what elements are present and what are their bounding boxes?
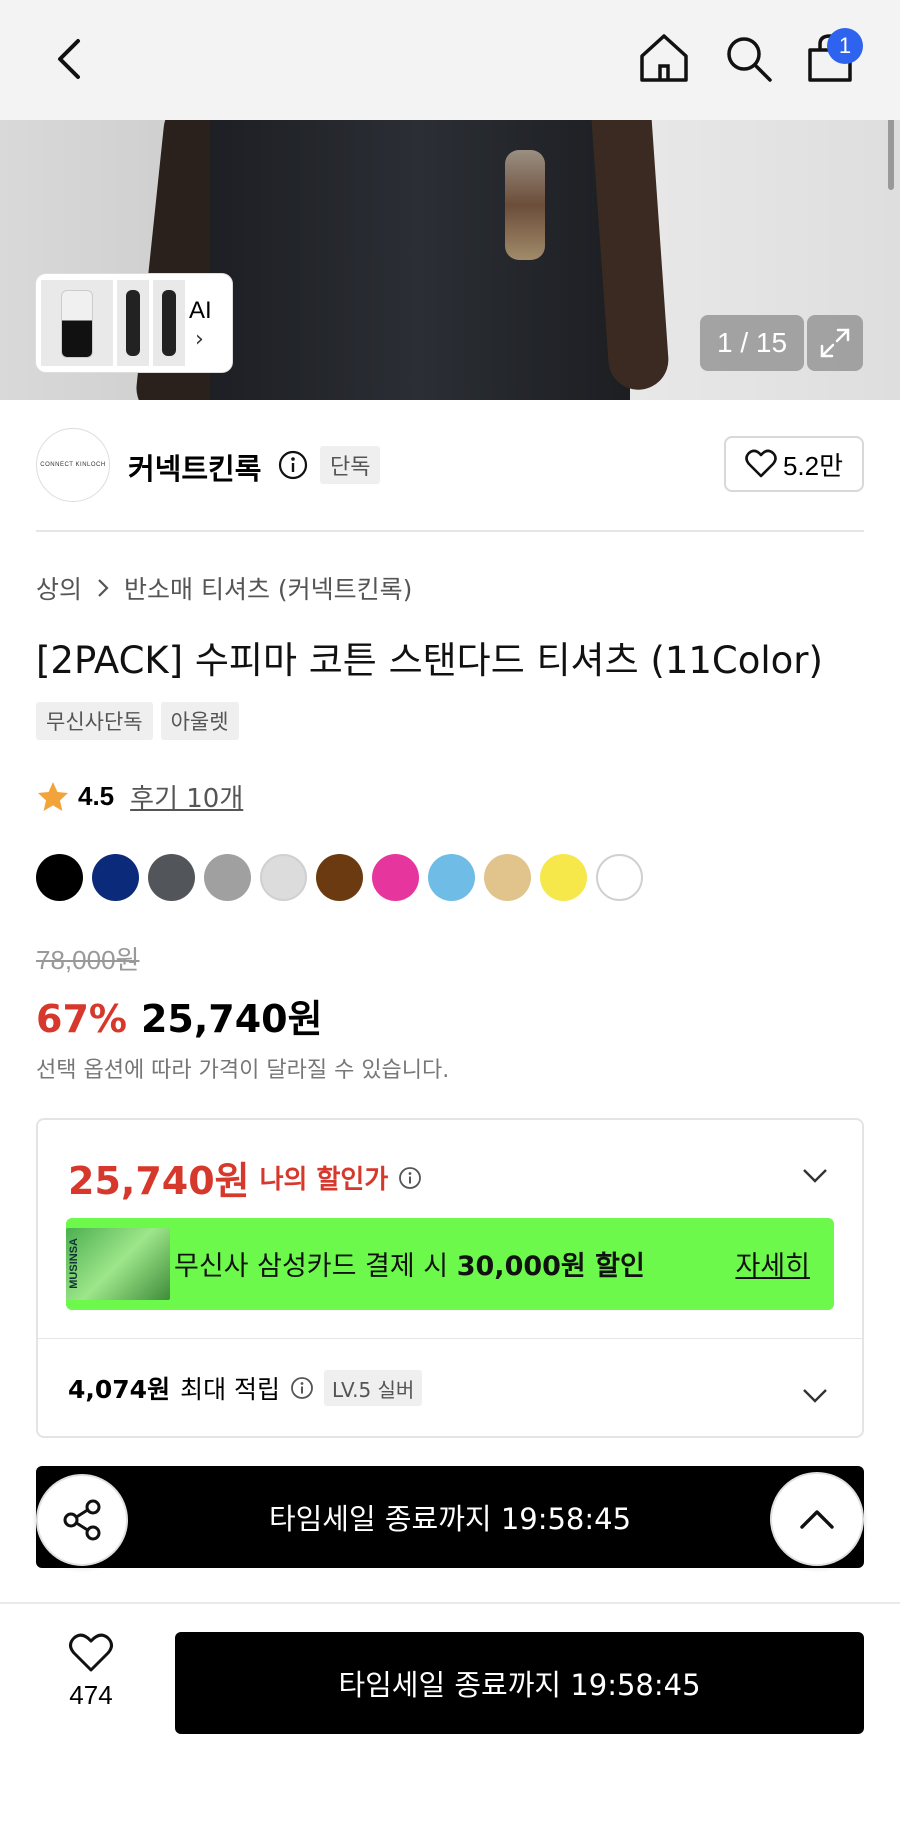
color-swatch-4[interactable] (204, 854, 251, 901)
discount-info-box: 25,740원 나의 할인가 MUSINSA 무신사 삼성카드 결제 시 30,… (36, 1118, 864, 1438)
color-swatch-11[interactable] (596, 854, 643, 901)
brand-name[interactable]: 커넥트킨록 (128, 446, 261, 488)
info-icon[interactable] (398, 1166, 422, 1190)
product-image-gallery[interactable]: AI › 1 / 15 (0, 120, 900, 400)
card-promo-thumb-text: MUSINSA (68, 1238, 80, 1289)
divider (0, 1602, 900, 1604)
card-promo-text-main: 무신사 삼성카드 결제 시 (174, 1251, 457, 1282)
time-sale-banner: 타임세일 종료까지 19:58:45 (36, 1466, 864, 1568)
product-like-button[interactable]: 474 (46, 1632, 136, 1732)
chevron-left-icon (58, 39, 80, 79)
divider (36, 530, 864, 532)
product-photo-keychain (505, 150, 545, 260)
rating-score: 4.5 (78, 781, 115, 811)
buy-button[interactable]: 타임세일 종료까지 19:58:45 (175, 1632, 864, 1734)
card-promo-thumbnail: MUSINSA (66, 1228, 170, 1300)
top-nav-bar: 1 (0, 0, 900, 120)
card-promo-amount: 30,000원 할인 (456, 1251, 645, 1282)
breadcrumb-subcategory[interactable]: 반소매 티셔츠 (커넥트킨록) (124, 570, 412, 606)
my-discount-price-row[interactable]: 25,740원 나의 할인가 (68, 1150, 422, 1205)
home-button[interactable] (636, 30, 692, 86)
heart-icon (745, 449, 777, 478)
search-icon (727, 37, 772, 82)
rating-row: 4.5 후기 10개 (36, 778, 243, 815)
color-swatch-8[interactable] (428, 854, 475, 901)
back-button[interactable] (44, 34, 94, 84)
color-swatch-5[interactable] (260, 854, 307, 901)
my-discount-price: 25,740원 (68, 1159, 250, 1203)
my-discount-label: 나의 할인가 (259, 1165, 389, 1195)
ai-label: AI (189, 297, 212, 324)
thumbnail-2 (117, 280, 149, 366)
scroll-to-top-button[interactable] (770, 1472, 864, 1566)
chevron-down-icon[interactable] (800, 1160, 830, 1190)
star-icon (38, 781, 68, 811)
color-swatch-2[interactable] (92, 854, 139, 901)
breadcrumb-category[interactable]: 상의 (36, 570, 82, 606)
card-promo-detail-link[interactable]: 자세히 (735, 1244, 810, 1283)
home-icon (640, 34, 688, 82)
color-swatch-9[interactable] (484, 854, 531, 901)
search-button[interactable] (720, 30, 776, 86)
color-swatches (36, 854, 643, 901)
info-icon[interactable] (278, 450, 308, 480)
chevron-down-icon[interactable] (800, 1380, 830, 1410)
color-swatch-7[interactable] (372, 854, 419, 901)
image-counter: 1 / 15 (700, 315, 804, 371)
product-tags: 무신사단독 아울렛 (36, 702, 239, 740)
brand-like-button[interactable]: 5.2만 (724, 436, 864, 492)
card-promo-text: 무신사 삼성카드 결제 시 30,000원 할인 (174, 1244, 645, 1283)
info-icon[interactable] (290, 1376, 314, 1400)
product-like-count: 474 (69, 1680, 113, 1710)
ai-styling-thumbnails[interactable]: AI › (36, 274, 232, 372)
heart-icon (69, 1633, 113, 1672)
sale-price-row: 67% 25,740원 (36, 988, 323, 1043)
color-swatch-10[interactable] (540, 854, 587, 901)
breadcrumb: 상의 반소매 티셔츠 (커넥트킨록) (36, 570, 412, 606)
divider (38, 1338, 862, 1339)
product-tag: 아울렛 (160, 702, 239, 740)
points-amount: 4,074원 (68, 1375, 171, 1404)
brand-logo[interactable]: CONNECT KINLOCH (36, 428, 110, 502)
thumbnail-3 (153, 280, 185, 366)
chevron-right-icon (98, 579, 109, 597)
product-tag: 무신사단독 (36, 702, 153, 740)
original-price: 78,000원 (36, 945, 140, 975)
discount-rate: 67% (36, 997, 127, 1041)
brand-like-count: 5.2만 (782, 450, 844, 481)
card-promo-banner[interactable]: MUSINSA 무신사 삼성카드 결제 시 30,000원 할인 자세히 (66, 1218, 834, 1310)
exclusive-tag: 단독 (320, 446, 381, 484)
expand-image-button[interactable] (807, 315, 863, 371)
color-swatch-3[interactable] (148, 854, 195, 901)
color-swatch-1[interactable] (36, 854, 83, 901)
share-button[interactable] (36, 1474, 128, 1566)
thumbnail-1 (41, 280, 113, 366)
page-scrollbar[interactable] (888, 120, 894, 190)
sale-price: 25,740원 (140, 997, 323, 1041)
expand-icon (820, 328, 850, 358)
share-icon (63, 1499, 101, 1541)
price-note: 선택 옵션에 따라 가격이 달라질 수 있습니다. (36, 1058, 450, 1083)
member-level-badge: LV.5 실버 (324, 1370, 423, 1406)
max-points-row[interactable]: 4,074원 최대 적립 LV.5 실버 (68, 1370, 423, 1406)
color-swatch-6[interactable] (316, 854, 363, 901)
product-photo-pants (210, 120, 630, 400)
points-label: 최대 적립 (180, 1375, 281, 1404)
reviews-link[interactable]: 후기 10개 (130, 778, 243, 815)
cart-count-badge: 1 (827, 28, 863, 64)
product-title: [2PACK] 수피마 코튼 스탠다드 티셔츠 (11Color) (36, 639, 823, 682)
chevron-right-icon: › (195, 327, 204, 352)
chevron-up-icon (800, 1510, 834, 1529)
